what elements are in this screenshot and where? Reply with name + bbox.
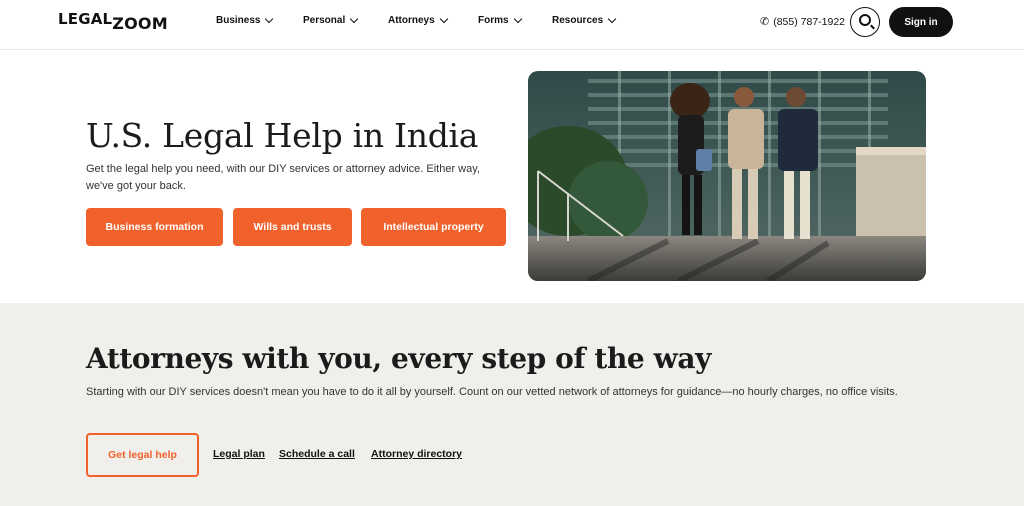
sign-in-button[interactable]: Sign in (889, 7, 953, 37)
phone-number: (855) 787-1922 (773, 15, 846, 28)
logo-text-legal: LEGAL (58, 10, 113, 28)
search-button[interactable] (850, 7, 880, 37)
hero-photo (528, 71, 926, 281)
chevron-down-icon (265, 14, 274, 24)
nav-label: Resources (552, 15, 604, 26)
nav-label: Personal (303, 15, 346, 26)
nav-label: Business (216, 15, 261, 26)
phone-link[interactable]: ✆ (855) 787-1922 (760, 15, 846, 29)
attorneys-section: Attorneys with you, every step of the wa… (0, 303, 1024, 506)
chevron-down-icon (607, 14, 617, 24)
people-walking-image (528, 71, 926, 281)
nav-business[interactable]: Business (216, 14, 274, 26)
legalzoom-logo[interactable]: LEGALZOOM (58, 10, 168, 32)
chevron-down-icon (439, 14, 448, 24)
business-formation-button[interactable]: Business formation (86, 208, 223, 246)
attorney-directory-link[interactable]: Attorney directory (371, 448, 462, 460)
attorneys-description: Starting with our DIY services doesn't m… (86, 386, 898, 398)
logo-text-zoom: ZOOM (112, 14, 168, 33)
nav-label: Forms (478, 15, 509, 26)
hero-title: U.S. Legal Help in India (86, 116, 479, 155)
search-icon-handle (870, 24, 875, 30)
intellectual-property-button[interactable]: Intellectual property (361, 208, 506, 246)
chevron-down-icon (513, 14, 522, 24)
nav-label: Attorneys (388, 15, 435, 26)
nav-attorneys[interactable]: Attorneys (388, 14, 448, 26)
get-legal-help-button[interactable]: Get legal help (86, 433, 199, 477)
schedule-a-call-link[interactable]: Schedule a call (279, 448, 355, 460)
phone-icon: ✆ (760, 16, 770, 28)
hero-description: Get the legal help you need, with our DI… (86, 163, 480, 192)
search-icon (859, 14, 871, 26)
attorneys-title: Attorneys with you, every step of the wa… (86, 342, 712, 375)
site-header: LEGALZOOM Business Personal Attorneys Fo… (0, 0, 1024, 50)
legal-plan-link[interactable]: Legal plan (213, 448, 265, 460)
nav-forms[interactable]: Forms (478, 14, 522, 26)
chevron-down-icon (350, 14, 359, 24)
wills-and-trusts-button[interactable]: Wills and trusts (233, 208, 352, 246)
nav-personal[interactable]: Personal (303, 14, 359, 26)
nav-resources[interactable]: Resources (552, 14, 617, 26)
